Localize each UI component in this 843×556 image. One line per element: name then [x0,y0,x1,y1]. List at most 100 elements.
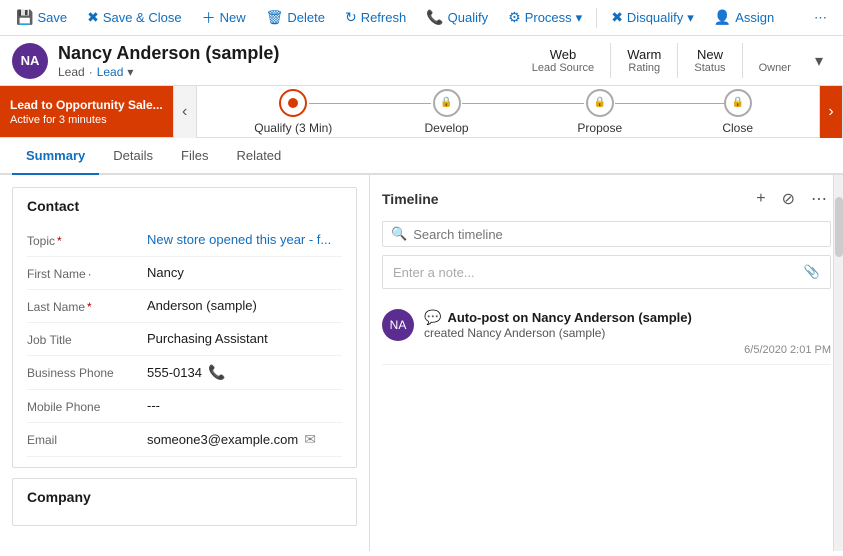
timeline-add-button[interactable]: + [752,188,769,210]
timeline-timestamp: 6/5/2020 2:01 PM [424,344,831,356]
email-icon[interactable]: ✉ [304,431,316,448]
timeline-post-sub: created Nancy Anderson (sample) [424,326,831,340]
timeline-header: Timeline + ⊘ ⋯ [382,187,831,211]
field-value-mobile-phone[interactable]: --- [147,398,342,413]
search-input[interactable] [413,227,822,242]
contact-section: Contact Topic* New store opened this yea… [12,187,357,468]
disqualify-chevron-icon: ▾ [687,10,694,26]
tab-summary[interactable]: Summary [12,138,99,175]
toolbar-separator [596,8,597,28]
timeline-title: Timeline [382,191,752,207]
delete-button[interactable]: 🗑 Delete [258,5,333,30]
save-button[interactable]: 💾 Save [8,5,75,30]
meta-owner: Owner [742,43,807,78]
process-stages: Qualify (3 Min) 🔒 Develop 🔒 Propose 🔒 Cl… [197,89,819,135]
field-label-topic: Topic* [27,232,147,248]
stage-qualify-label: Qualify (3 Min) [254,121,332,135]
scrollbar-thumb[interactable] [835,197,843,257]
field-row-mobile-phone: Mobile Phone --- [27,390,342,423]
tab-related[interactable]: Related [222,138,295,175]
field-label-business-phone: Business Phone [27,364,147,380]
field-value-email[interactable]: someone3@example.com ✉ [147,431,342,448]
refresh-icon: ↻ [345,9,357,26]
meta-rating: Warm Rating [610,43,677,78]
nav-tabs: Summary Details Files Related [0,138,843,175]
new-button[interactable]: ＋ New [194,4,254,32]
more-button[interactable]: ⋯ [806,6,835,30]
stage-develop-circle: 🔒 [433,89,461,117]
field-row-first-name: First Name· Nancy [27,257,342,290]
assign-icon: 👤 [714,9,731,26]
process-icon: ⚙ [508,9,521,26]
stage-propose[interactable]: 🔒 Propose [523,89,676,135]
qualify-button[interactable]: 📞 Qualify [418,5,496,30]
field-value-topic[interactable]: New store opened this year - f... [147,232,342,247]
delete-icon: 🗑 [266,9,284,26]
timeline-actions: + ⊘ ⋯ [752,187,831,211]
process-promo-title: Lead to Opportunity Sale... [10,98,163,112]
timeline-post-title: Auto-post on Nancy Anderson (sample) [447,310,691,325]
record-subtype-chevron[interactable]: ▾ [127,65,133,79]
process-promo[interactable]: Lead to Opportunity Sale... Active for 3… [0,86,173,137]
save-close-button[interactable]: ✖ Save & Close [79,5,190,30]
company-section-title: Company [27,489,342,505]
stage-propose-label: Propose [577,121,622,135]
process-nav-right-button[interactable]: › [819,86,843,138]
field-label-mobile-phone: Mobile Phone [27,398,147,414]
stage-close-circle: 🔒 [724,89,752,117]
timeline-note[interactable]: Enter a note... 📎 [382,255,831,289]
field-row-job-title: Job Title Purchasing Assistant [27,323,342,356]
record-info: Nancy Anderson (sample) Lead · Lead ▾ [58,43,279,79]
process-nav-left-button[interactable]: ‹ [173,86,197,138]
timeline-scrollbar[interactable] [833,175,843,551]
refresh-button[interactable]: ↻ Refresh [337,5,414,30]
stage-qualify[interactable]: Qualify (3 Min) [217,89,370,135]
record-type: Lead [58,65,85,79]
field-value-job-title[interactable]: Purchasing Assistant [147,331,342,346]
disqualify-icon: ✖ [611,9,623,26]
field-label-job-title: Job Title [27,331,147,347]
search-icon: 🔍 [391,226,407,242]
assign-button[interactable]: 👤 Assign [706,5,782,30]
tab-files[interactable]: Files [167,138,222,175]
field-row-last-name: Last Name* Anderson (sample) [27,290,342,323]
process-button[interactable]: ⚙ Process ▾ [500,5,590,30]
field-row-business-phone: Business Phone 555-0134 📞 [27,356,342,390]
stage-develop-label: Develop [425,121,469,135]
timeline-item: NA 💬 Auto-post on Nancy Anderson (sample… [382,301,831,365]
phone-icon[interactable]: 📞 [208,364,225,381]
field-label-first-name: First Name· [27,265,147,281]
field-row-topic: Topic* New store opened this year - f... [27,224,342,257]
right-panel: Timeline + ⊘ ⋯ 🔍 Enter a note... 📎 NA 💬 … [370,175,843,551]
note-placeholder: Enter a note... [393,265,475,280]
timeline-more-button[interactable]: ⋯ [807,187,831,211]
timeline-items: NA 💬 Auto-post on Nancy Anderson (sample… [382,301,831,539]
save-icon: 💾 [16,9,33,26]
main-content: Contact Topic* New store opened this yea… [0,175,843,551]
attachment-icon[interactable]: 📎 [804,264,820,280]
field-label-email: Email [27,431,147,447]
stage-close[interactable]: 🔒 Close [676,89,799,135]
meta-lead-source: Web Lead Source [516,43,610,78]
process-promo-sub: Active for 3 minutes [10,114,163,126]
left-panel: Contact Topic* New store opened this yea… [0,175,370,551]
stage-develop[interactable]: 🔒 Develop [370,89,523,135]
post-type-icon: 💬 [424,309,441,326]
timeline-filter-button[interactable]: ⊘ [778,187,799,211]
record-subtype-link[interactable]: Lead [97,65,124,79]
tab-details[interactable]: Details [99,138,167,175]
process-bar: Lead to Opportunity Sale... Active for 3… [0,86,843,138]
field-value-first-name[interactable]: Nancy [147,265,342,280]
avatar: NA [12,43,48,79]
field-row-email: Email someone3@example.com ✉ [27,423,342,457]
field-value-business-phone[interactable]: 555-0134 📞 [147,364,342,381]
contact-section-title: Contact [27,198,342,214]
field-value-last-name[interactable]: Anderson (sample) [147,298,342,313]
new-icon: ＋ [202,8,216,28]
disqualify-button[interactable]: ✖ Disqualify ▾ [603,5,702,30]
save-close-icon: ✖ [87,9,99,26]
toolbar: 💾 Save ✖ Save & Close ＋ New 🗑 Delete ↻ R… [0,0,843,36]
header-expand-button[interactable]: ▾ [807,47,831,75]
header-meta: Web Lead Source Warm Rating New Status O… [516,43,831,78]
timeline-item-avatar: NA [382,309,414,341]
